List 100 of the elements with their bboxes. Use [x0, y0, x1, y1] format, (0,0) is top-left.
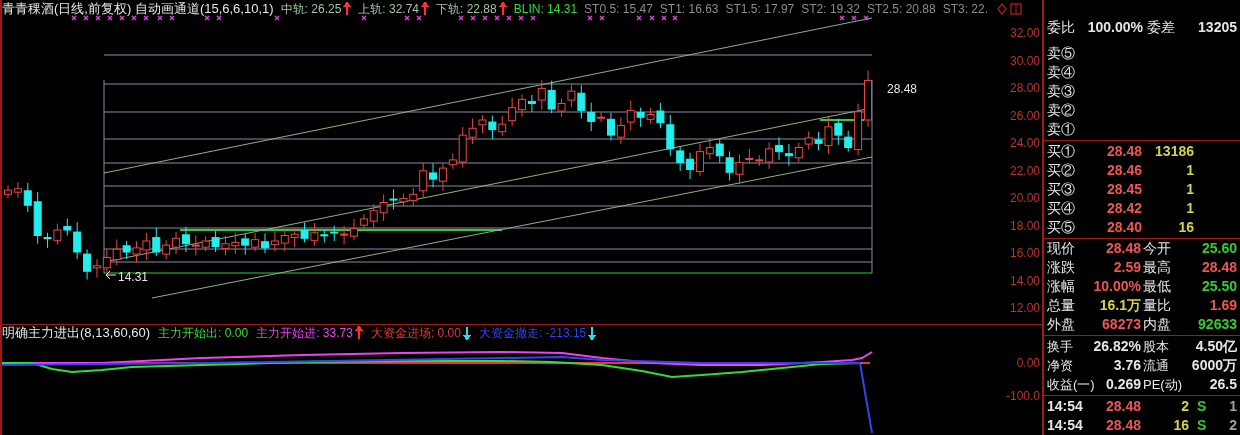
trade-time: 14:54: [1047, 416, 1084, 435]
chart-title: 青青稞酒(日线,前复权) 自动画通道(15,6,6,10,1): [2, 2, 274, 16]
field-value: 68273: [1101, 315, 1141, 335]
field-label: 内盘: [1143, 315, 1172, 335]
field-value: 92633: [1197, 315, 1237, 335]
bid-price: 28.48: [1105, 141, 1142, 161]
field-value: 10.00%: [1092, 277, 1141, 297]
trade-sequence: 1: [1228, 397, 1237, 416]
field-label: 最低: [1143, 277, 1172, 297]
bid-price: 28.46: [1105, 160, 1142, 180]
field-label: 流通: [1143, 357, 1170, 376]
indicator-value: 下轨: 22.88: [436, 2, 497, 16]
indicator-value: 主力开始出: 0.00: [158, 326, 249, 340]
trade-volume: 16: [1172, 416, 1189, 435]
bid-label: 买⑤: [1047, 217, 1076, 237]
field-value: 28.48: [1104, 239, 1141, 259]
left-arrow-icon: [105, 270, 117, 280]
field-value: 6000万: [1190, 356, 1237, 376]
field-value: 28.48: [1200, 258, 1237, 278]
field-label: 最高: [1143, 258, 1172, 278]
price-axis-label: 28.00: [1009, 81, 1040, 95]
field-value: 100.00%: [1086, 18, 1143, 38]
bid-price: 28.42: [1105, 198, 1142, 218]
field-value: 26.5: [1208, 375, 1237, 395]
field-label: 涨幅: [1047, 277, 1076, 297]
trade-side: S: [1197, 416, 1208, 435]
price-axis-label: 32.00: [1009, 26, 1040, 40]
field-value: 26.82%: [1093, 337, 1141, 357]
field-value: 1.69: [1208, 296, 1237, 316]
diamond-icon: [997, 3, 1007, 15]
bid-volume: 1: [1185, 179, 1194, 199]
field-value: 25.60: [1200, 239, 1237, 259]
bid-label: 买④: [1047, 198, 1076, 218]
indicator-axis-label: 0.00: [1016, 356, 1040, 370]
field-label: 收益(一): [1047, 376, 1093, 395]
price-axis-label: 20.00: [1009, 191, 1040, 205]
window-icon: [1010, 3, 1022, 15]
indicator-value: BLIN: 14.31: [513, 2, 578, 16]
indicator-value: ST1: 16.63: [659, 2, 719, 16]
indicator-axis-label: -100.0: [1005, 389, 1040, 403]
bid-price: 28.40: [1105, 217, 1142, 237]
bid-price: 28.45: [1105, 179, 1142, 199]
ask-label: 卖②: [1047, 100, 1075, 120]
bid-label: 买③: [1047, 179, 1076, 199]
price-axis-label: 22.00: [1009, 163, 1040, 178]
field-value: 25.50: [1200, 277, 1237, 297]
bid-volume: 1: [1185, 160, 1194, 180]
indicator-value: ST1.5: 17.97: [725, 2, 795, 16]
indicator-value: ST3: 22.: [942, 2, 989, 16]
field-label: PE(动): [1143, 376, 1183, 395]
trade-price: 28.48: [1104, 416, 1141, 435]
price-axis-label: 26.00: [1009, 108, 1040, 123]
price-axis-label: 14.00: [1009, 273, 1040, 288]
field-label: 股本: [1143, 338, 1170, 357]
price-axis-label: 30.00: [1009, 53, 1040, 68]
trade-sequence: 2: [1228, 416, 1237, 435]
low-price-label: 14.31: [118, 269, 149, 286]
price-axis-label: 16.00: [1009, 246, 1040, 260]
price-axis-label: 12.00: [1009, 301, 1040, 315]
trade-price: 28.48: [1104, 397, 1141, 416]
chart-title: 明确主力进出(8,13,60,60): [2, 326, 151, 340]
field-value: 13205: [1197, 18, 1237, 38]
indicator-value: 主力开始进: 33.73: [256, 326, 353, 340]
price-axis-label: 18.00: [1009, 218, 1040, 233]
field-label: 外盘: [1047, 315, 1076, 335]
high-price-label: 28.48: [887, 81, 918, 98]
ask-label: 卖④: [1047, 62, 1075, 82]
field-label: 换手: [1047, 338, 1074, 357]
field-value: 2.59: [1112, 258, 1141, 278]
trade-volume: 2: [1180, 397, 1189, 416]
field-value: 16.1万: [1098, 296, 1141, 316]
ask-label: 卖③: [1047, 81, 1075, 101]
indicator-value: ST2: 19.32: [801, 2, 860, 16]
field-label: 委差: [1147, 18, 1176, 38]
indicator-value: 大资金撤走: -213.15: [478, 326, 587, 340]
bid-volume: 1: [1185, 198, 1194, 218]
indicator-value: 上轨: 32.74: [358, 2, 419, 16]
field-label: 净资: [1047, 357, 1074, 376]
field-value: 0.269: [1104, 375, 1141, 395]
field-label: 委比: [1047, 18, 1076, 38]
bid-volume: 13186: [1154, 141, 1194, 161]
bid-volume: 16: [1177, 217, 1194, 237]
trade-time: 14:54: [1047, 397, 1084, 416]
field-label: 今开: [1143, 239, 1172, 259]
field-value: 3.76: [1112, 356, 1141, 376]
indicator-value: 中轨: 26.25: [280, 2, 342, 16]
bid-label: 买②: [1047, 160, 1076, 180]
trade-side: S: [1197, 397, 1208, 416]
indicator-value: 大资金进场: 0.00: [370, 326, 461, 340]
field-label: 量比: [1143, 296, 1172, 316]
ask-label: 卖①: [1047, 119, 1075, 139]
field-value: 4.50亿: [1194, 337, 1237, 357]
field-label: 总量: [1047, 296, 1076, 316]
indicator-value: ST0.5: 15.47: [584, 2, 653, 16]
field-label: 涨跌: [1047, 258, 1076, 278]
indicator-value: ST2.5: 20.88: [866, 2, 936, 16]
bid-label: 买①: [1047, 141, 1076, 161]
price-axis-label: 24.00: [1009, 136, 1040, 150]
ask-label: 卖⑤: [1047, 43, 1075, 63]
field-label: 现价: [1047, 239, 1076, 259]
